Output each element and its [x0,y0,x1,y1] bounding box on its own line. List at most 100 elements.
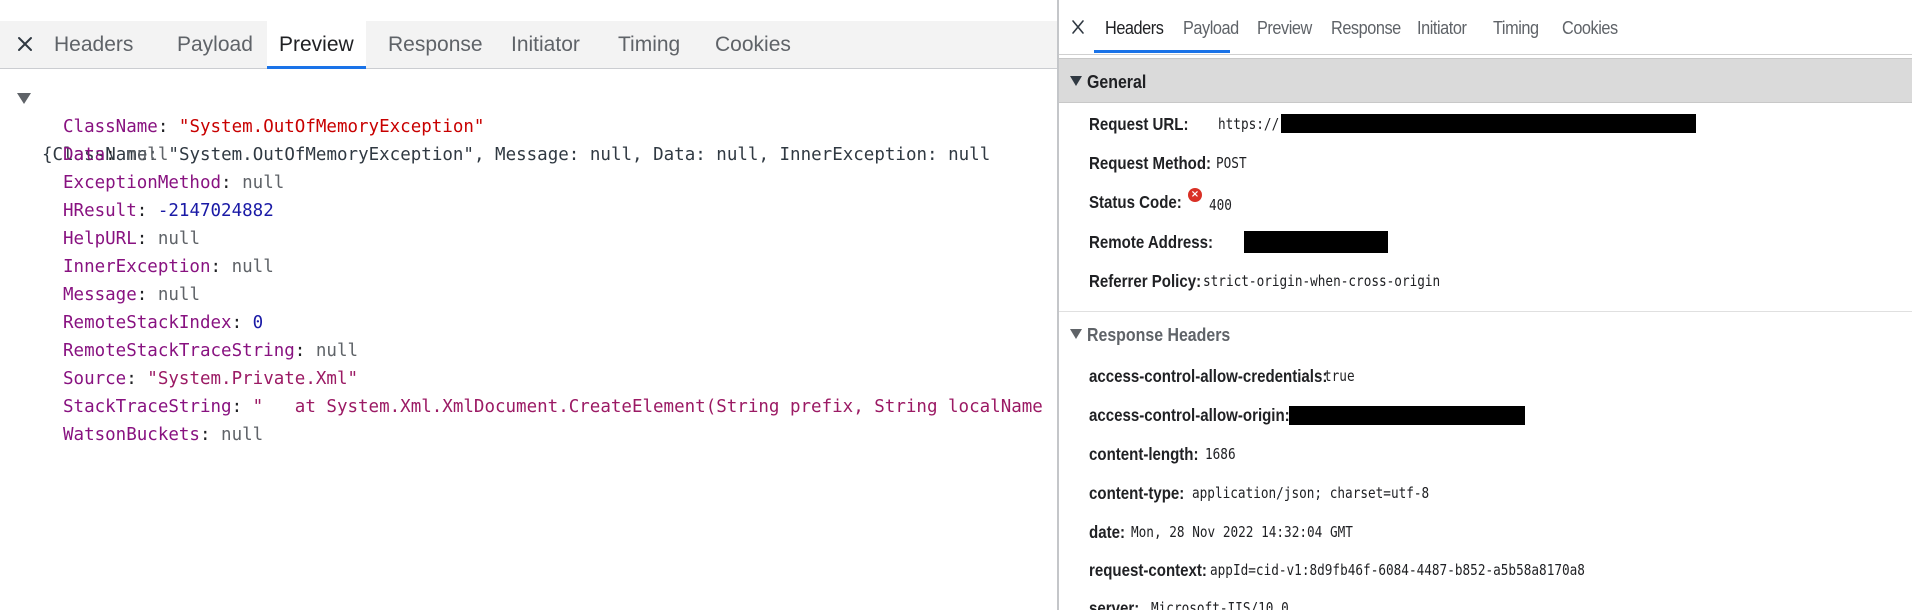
redacted-block [1289,406,1525,425]
tab-payload[interactable]: Payload [165,21,265,68]
tab-timing[interactable]: Timing [1493,0,1539,53]
json-value: "System.OutOfMemoryException" [178,117,485,137]
header-name: server: [1089,598,1140,610]
header-name: request-context: [1089,560,1207,580]
header-name: Request URL: [1089,114,1189,134]
response-headers-section-title: Response Headers [1087,324,1231,345]
json-value: " at System.Xml.XmlDocument.CreateElemen… [252,397,1043,417]
header-value: true [1324,367,1355,385]
json-key: InnerException [63,257,211,277]
referrer-policy-row: Referrer Policy: strict-origin-when-cros… [1089,266,1440,296]
json-field-row: Source: "System.Private.Xml" [63,369,359,389]
header-value: 1686 [1205,445,1236,463]
json-field-row: RemoteStackIndex: 0 [63,313,264,333]
json-summary: {ClassName: "System.OutOfMemoryException… [42,145,991,165]
json-value: null [157,285,200,305]
general-section-header[interactable]: General [1059,58,1912,103]
json-key: RemoteStackTraceString [63,341,295,361]
json-value: null [315,341,359,361]
active-tab-indicator [1094,50,1230,53]
json-key: WatsonBuckets [63,425,200,445]
redacted-block [1281,114,1696,133]
close-icon[interactable] [13,32,37,56]
header-value: Microsoft-IIS/10.0 [1151,599,1289,610]
json-field-row: StackTraceString: " at System.Xml.XmlDoc… [63,397,1043,417]
response-header-row: date: Mon, 28 Nov 2022 14:32:04 GMT [1089,517,1353,547]
left-top-strip [0,0,1058,21]
json-field-row: ClassName: "System.OutOfMemoryException" [63,117,485,137]
json-key: StackTraceString [63,397,232,417]
tab-initiator[interactable]: Initiator [1417,0,1467,53]
json-preview-tree: {ClassName: "System.OutOfMemoryException… [0,70,1058,610]
tab-cookies[interactable]: Cookies [1562,0,1618,53]
json-field-row: Message: null [63,285,200,305]
request-method-value: POST [1216,154,1247,172]
json-field-row: WatsonBuckets: null [63,425,264,445]
json-value: 0 [252,313,264,333]
response-header-row: content-length: 1686 [1089,439,1236,469]
header-name: access-control-allow-credentials: [1089,366,1328,386]
preview-panel: Headers Payload Preview Response Initiat… [0,0,1058,610]
header-value: application/json; charset=utf-8 [1192,484,1430,502]
tab-timing[interactable]: Timing [606,21,692,68]
json-key: HResult [63,201,137,221]
header-name: content-length: [1089,444,1199,464]
json-key: HelpURL [63,229,137,249]
json-key: ExceptionMethod [63,173,222,193]
close-icon[interactable] [1068,16,1088,38]
json-key: Message [63,285,137,305]
json-field-row: HResult: -2147024882 [63,201,274,221]
header-name: Referrer Policy: [1089,271,1202,291]
header-value: Mon, 28 Nov 2022 14:32:04 GMT [1131,523,1353,541]
json-field-row: HelpURL: null [63,229,200,249]
tab-headers[interactable]: Headers [42,21,145,68]
json-value: "System.Private.Xml" [147,369,359,389]
general-section-title: General [1087,71,1147,92]
remote-address-row: Remote Address: [1089,227,1388,257]
json-key: Source [63,369,127,389]
json-field-row: Data: null [63,145,169,165]
response-header-row: server: Microsoft-IIS/10.0 [1089,593,1289,610]
json-key: ClassName [63,117,158,137]
header-name: Remote Address: [1089,232,1214,252]
request-url-value: https:// [1218,115,1280,133]
header-name: Request Method: [1089,153,1212,173]
tab-preview[interactable]: Preview [1257,0,1312,53]
tab-cookies[interactable]: Cookies [703,21,803,68]
request-url-row: Request URL: https:// [1089,109,1696,139]
json-field-row: RemoteStackTraceString: null [63,341,359,361]
expand-triangle-icon[interactable] [17,93,31,104]
json-value: null [231,257,274,277]
json-key: RemoteStackIndex [63,313,232,333]
json-key: Data [63,145,106,165]
right-tab-bar: Headers Payload Preview Response Initiat… [1059,0,1912,55]
tab-response[interactable]: Response [1331,0,1401,53]
collapse-triangle-icon[interactable] [1070,76,1082,86]
response-header-row: access-control-allow-origin: [1089,400,1525,430]
response-header-row: content-type: application/json; charset=… [1089,478,1429,508]
header-name: Status Code: [1089,192,1182,212]
header-name: date: [1089,522,1125,542]
tab-preview[interactable]: Preview [267,21,366,69]
header-name: content-type: [1089,483,1185,503]
redacted-block [1244,231,1388,253]
tab-headers[interactable]: Headers [1105,0,1164,53]
json-value: -2147024882 [157,201,274,221]
header-value: appId=cid-v1:8d9fb46f-6084-4487-b852-a5b… [1210,561,1585,579]
tab-initiator[interactable]: Initiator [499,21,592,68]
response-headers-section-header[interactable]: Response Headers [1059,311,1912,356]
headers-panel: Headers Payload Preview Response Initiat… [1059,0,1912,610]
json-value: null [242,173,285,193]
request-method-row: Request Method: POST [1089,148,1247,178]
tab-payload[interactable]: Payload [1183,0,1239,53]
error-icon: × [1188,188,1202,202]
json-value: null [126,145,169,165]
tab-response[interactable]: Response [376,21,495,68]
json-root-summary-row[interactable]: {ClassName: "System.OutOfMemoryException… [0,85,990,165]
referrer-policy-value: strict-origin-when-cross-origin [1203,272,1441,290]
response-header-row: access-control-allow-credentials: true [1089,361,1366,391]
collapse-triangle-icon[interactable] [1070,329,1082,339]
response-header-row: request-context: appId=cid-v1:8d9fb46f-6… [1089,555,1585,585]
json-value: null [157,229,200,249]
status-code-row: Status Code: × 400 [1089,187,1232,217]
